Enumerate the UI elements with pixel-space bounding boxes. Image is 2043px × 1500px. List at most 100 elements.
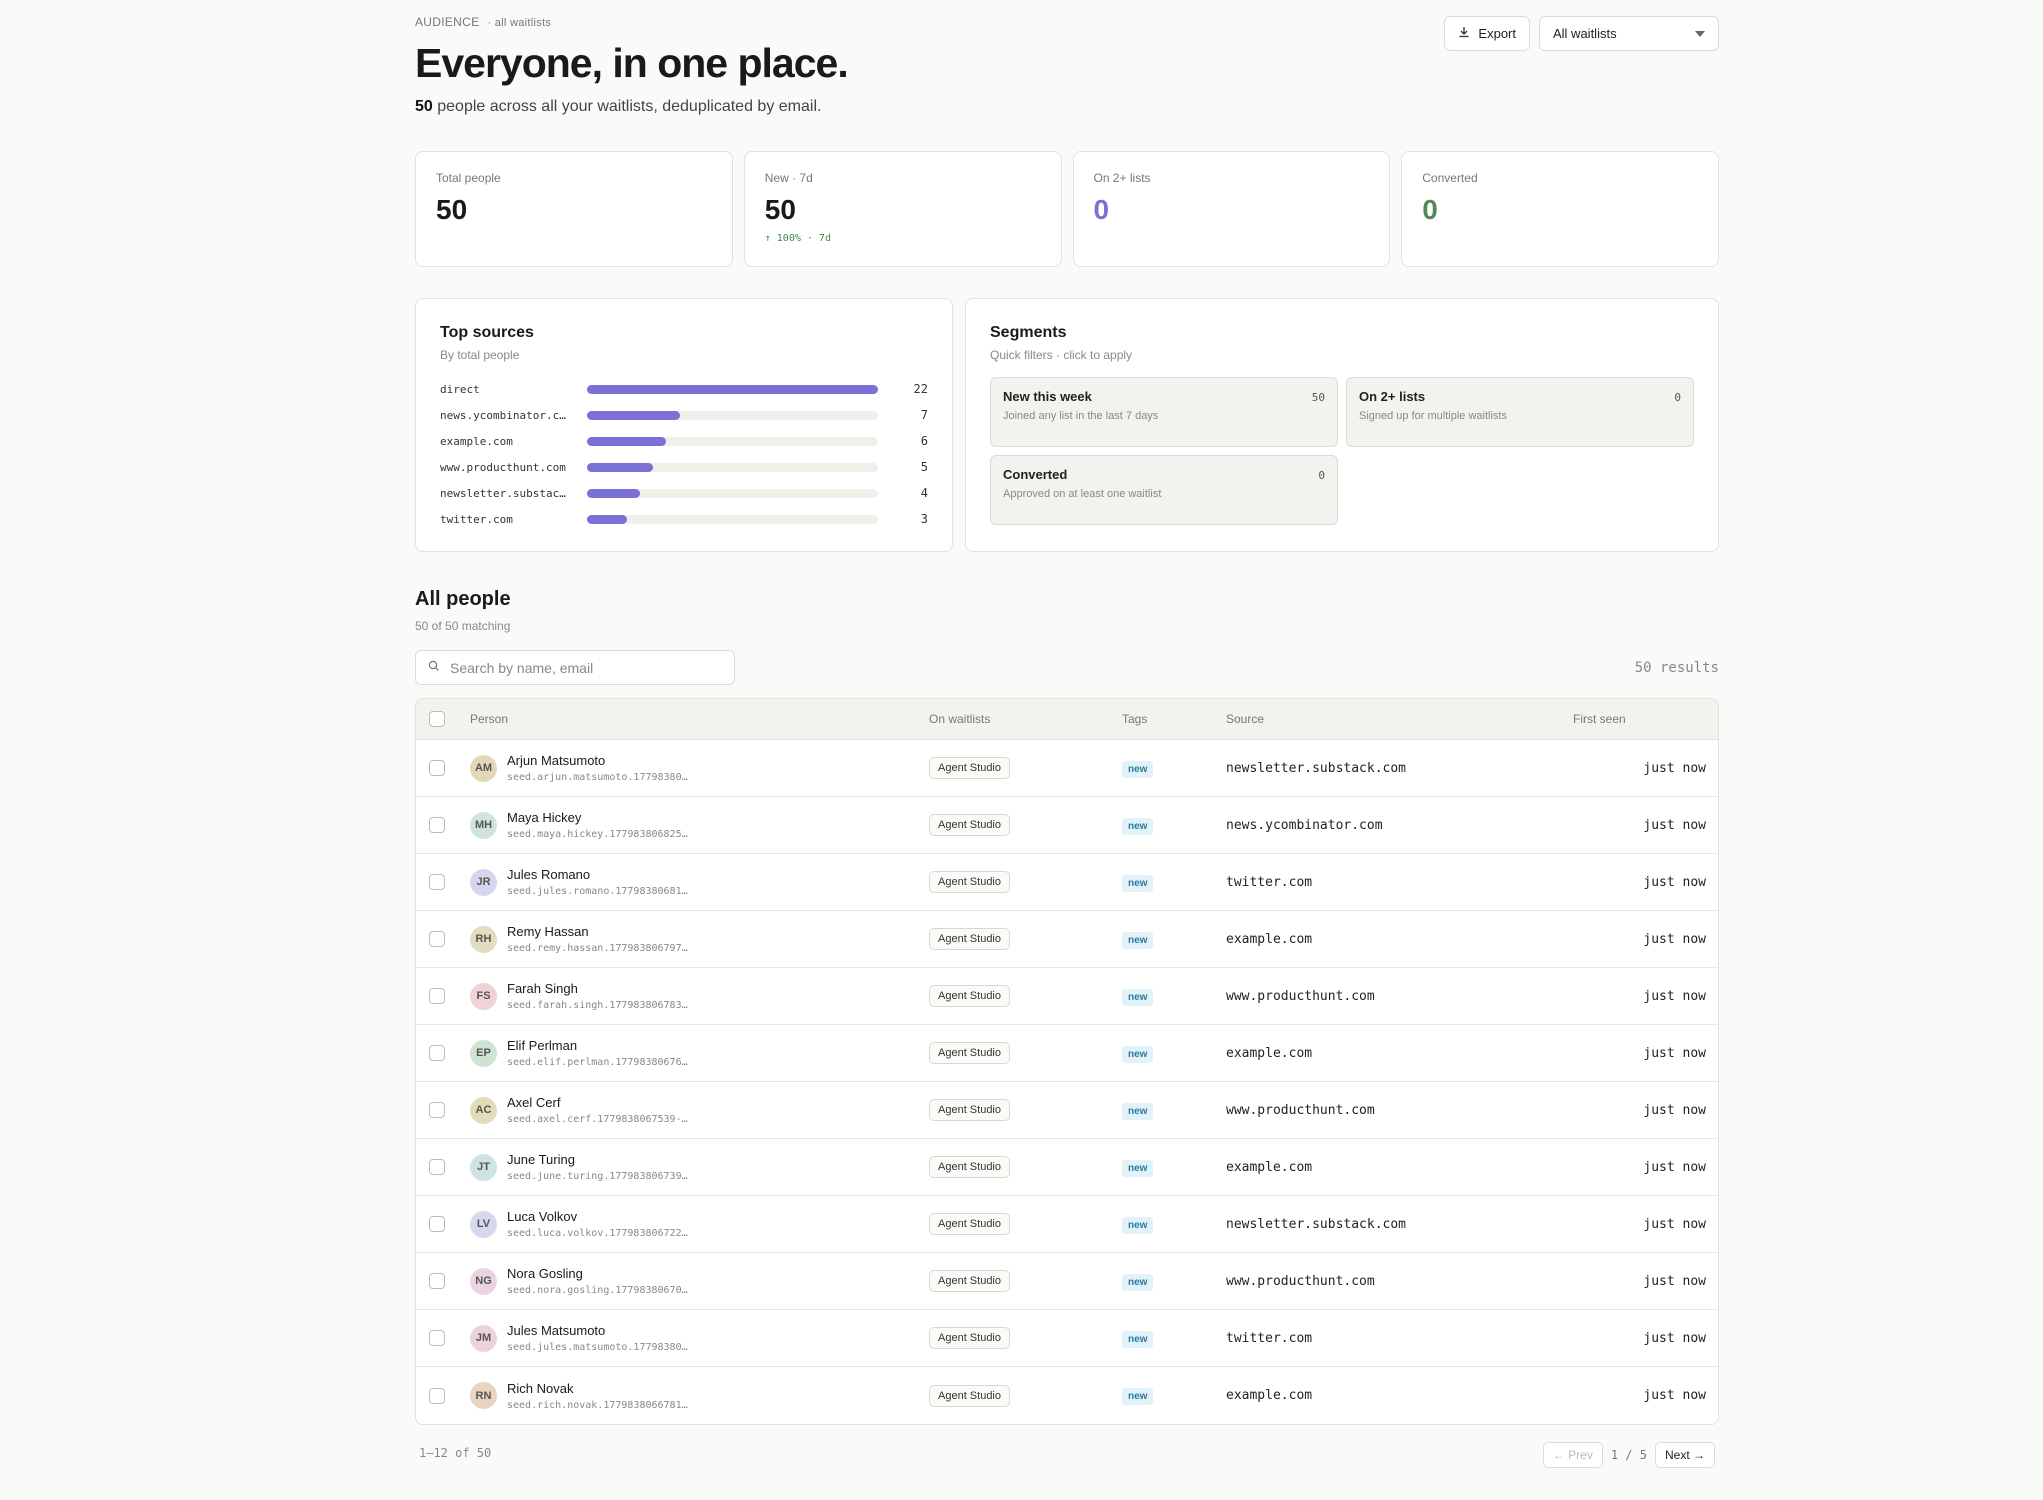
row-checkbox[interactable]	[429, 1387, 445, 1404]
table-row[interactable]: LV Luca Volkov seed.luca.volkov.1779838067…	[416, 1196, 1718, 1253]
col-source[interactable]: Source	[1226, 712, 1573, 726]
waitlist-cell: Agent Studio	[929, 1327, 1122, 1349]
source-count: 22	[913, 382, 928, 396]
person-cell: JM Jules Matsumoto seed.jules.matsumoto.17…	[470, 1323, 929, 1353]
person-email: seed.luca.volkov.177983806722…	[507, 1228, 688, 1239]
row-checkbox[interactable]	[429, 1216, 445, 1232]
table-row[interactable]: JR Jules Romano seed.jules.romano.17798380…	[416, 854, 1718, 911]
table-row[interactable]: MH Maya Hickey seed.maya.hickey.1779838068…	[416, 797, 1718, 854]
table-row[interactable]: FS Farah Singh seed.farah.singh.1779838067…	[416, 968, 1718, 1025]
row-checkbox[interactable]	[429, 1273, 445, 1289]
table-row[interactable]: AC Axel Cerf seed.axel.cerf.1779838067539-…	[416, 1082, 1718, 1139]
tag-badge: new	[1122, 1045, 1154, 1063]
person-email: seed.jules.matsumoto.17798380…	[507, 1342, 688, 1353]
person-cell: FS Farah Singh seed.farah.singh.1779838067…	[470, 981, 929, 1011]
person-name: Elif Perlman	[507, 1038, 578, 1053]
segment-converted[interactable]: Converted Approved on at least one waitl…	[990, 455, 1338, 525]
table-row[interactable]: AM Arjun Matsumoto seed.arjun.matsumoto.17…	[416, 740, 1718, 797]
person-email: seed.axel.cerf.1779838067539-…	[507, 1114, 688, 1125]
row-checkbox[interactable]	[429, 1045, 445, 1061]
col-first-seen[interactable]: First seen	[1573, 712, 1718, 726]
table-row[interactable]: RH Remy Hassan seed.remy.hassan.1779838067…	[416, 911, 1718, 968]
source-cell: twitter.com	[1226, 874, 1313, 890]
source-bar	[587, 384, 878, 394]
tag-badge: new	[1122, 1273, 1154, 1291]
person-name: Farah Singh	[507, 981, 578, 996]
tag-badge: new	[1122, 988, 1154, 1006]
source-row: www.producthunt.com 5	[440, 454, 928, 480]
row-checkbox[interactable]	[429, 1102, 445, 1118]
table-row[interactable]: JT June Turing seed.june.turing.1779838067…	[416, 1139, 1718, 1196]
prev-page-button[interactable]: ← Prev	[1542, 1442, 1603, 1468]
source-row: newsletter.substac… 4	[440, 480, 928, 506]
waitlist-cell: Agent Studio	[929, 1384, 1122, 1407]
person-cell: JT June Turing seed.june.turing.1779838067…	[470, 1152, 929, 1182]
pagination: ← Prev 1 / 5 Next →	[1542, 1442, 1715, 1468]
person-info: Maya Hickey seed.maya.hickey.177983806825…	[507, 810, 688, 840]
avatar: RN	[470, 1382, 497, 1409]
source-bar-track	[587, 384, 878, 394]
next-page-button[interactable]: Next →	[1654, 1442, 1715, 1468]
search-input[interactable]	[450, 659, 710, 676]
avatar: JM	[470, 1324, 497, 1352]
row-checkbox[interactable]	[429, 874, 445, 890]
person-name: Nora Gosling	[507, 1266, 583, 1281]
all-people-subtitle: 50 of 50 matching	[415, 619, 511, 633]
col-waitlists[interactable]: On waitlists	[929, 712, 1122, 726]
export-button[interactable]: Export	[1444, 16, 1530, 51]
source-bar	[587, 410, 680, 420]
search-icon	[428, 659, 440, 677]
all-people-title: All people	[415, 588, 511, 610]
col-tags[interactable]: Tags	[1122, 712, 1226, 726]
source-count: 4	[920, 486, 928, 500]
waitlist-cell: Agent Studio	[929, 1156, 1122, 1178]
row-select-cell	[416, 1216, 470, 1232]
person-email: seed.farah.singh.177983806783…	[507, 1000, 688, 1011]
first-seen-cell: just now	[1643, 874, 1706, 890]
breadcrumb-scope: · all waitlists	[487, 17, 552, 29]
col-person[interactable]: Person	[470, 712, 929, 726]
tags-cell: new	[1122, 1158, 1226, 1177]
tags-cell: new	[1122, 987, 1226, 1006]
person-cell: AC Axel Cerf seed.axel.cerf.1779838067539-…	[470, 1095, 929, 1125]
person-cell: MH Maya Hickey seed.maya.hickey.1779838068…	[470, 810, 929, 840]
row-select-cell	[416, 1159, 470, 1175]
table-row[interactable]: JM Jules Matsumoto seed.jules.matsumoto.17…	[416, 1310, 1718, 1367]
waitlist-select[interactable]: All waitlists	[1539, 16, 1719, 51]
waitlist-badge: Agent Studio	[929, 1270, 1010, 1292]
waitlist-cell: Agent Studio	[929, 985, 1122, 1007]
search-field[interactable]	[415, 650, 735, 685]
subtitle-text: people across all your waitlists, dedupl…	[432, 98, 822, 115]
row-checkbox[interactable]	[429, 817, 445, 833]
segment-new-this-week[interactable]: New this week Joined any list in the las…	[990, 377, 1338, 447]
avatar: AC	[470, 1096, 497, 1124]
stat-multi-list: On 2+ lists 0	[1072, 151, 1391, 267]
row-checkbox[interactable]	[429, 1159, 445, 1175]
stat-total-people: Total people 50	[415, 151, 733, 267]
table-header: Person On waitlists Tags Source First se…	[416, 699, 1718, 740]
tags-cell: new	[1122, 1386, 1226, 1405]
source-name: direct	[440, 382, 480, 396]
row-checkbox[interactable]	[429, 1330, 445, 1346]
segment-multi-list[interactable]: On 2+ lists Signed up for multiple waitl…	[1346, 377, 1694, 447]
person-name: Jules Romano	[507, 867, 591, 882]
table-row[interactable]: NG Nora Gosling seed.nora.gosling.17798380…	[416, 1253, 1718, 1310]
avatar: MH	[470, 811, 497, 839]
select-all-checkbox[interactable]	[429, 711, 445, 727]
row-checkbox[interactable]	[429, 931, 445, 947]
tag-badge: new	[1122, 1159, 1154, 1177]
row-select-cell	[416, 1387, 470, 1404]
stat-label: Converted	[1422, 171, 1478, 185]
download-icon	[1458, 26, 1470, 41]
table-row[interactable]: EP Elif Perlman seed.elif.perlman.17798380…	[416, 1025, 1718, 1082]
row-checkbox[interactable]	[429, 760, 445, 776]
segment-title: New this week	[1003, 389, 1092, 404]
first-seen-cell: just now	[1643, 1273, 1706, 1289]
row-checkbox[interactable]	[429, 988, 445, 1004]
row-select-cell	[416, 760, 470, 776]
export-label: Export	[1478, 26, 1516, 41]
table-row[interactable]: RN Rich Novak seed.rich.novak.177983806678…	[416, 1367, 1718, 1424]
first-seen-cell: just now	[1643, 760, 1706, 776]
person-cell: RH Remy Hassan seed.remy.hassan.1779838067…	[470, 924, 929, 954]
person-info: Jules Matsumoto seed.jules.matsumoto.1779…	[507, 1323, 688, 1353]
